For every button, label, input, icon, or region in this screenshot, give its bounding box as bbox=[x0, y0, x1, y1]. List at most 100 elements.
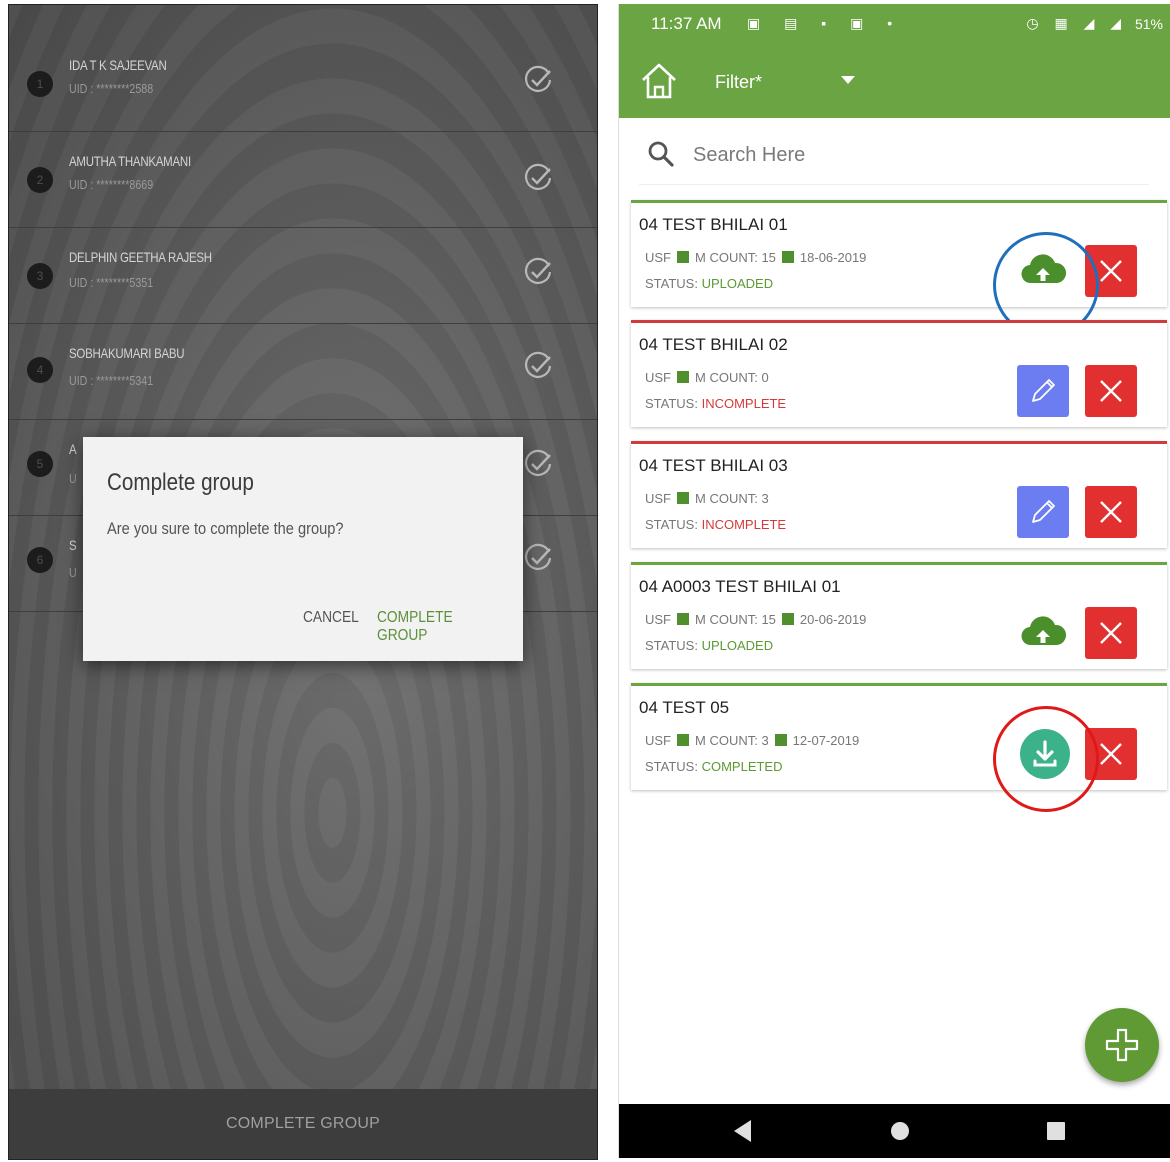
member-number-badge: 6 bbox=[27, 547, 53, 573]
status-label: STATUS: bbox=[645, 396, 698, 411]
chevron-down-icon[interactable] bbox=[841, 76, 855, 84]
dialog-message: Are you sure to complete the group? bbox=[107, 519, 344, 538]
back-icon[interactable] bbox=[731, 1118, 753, 1144]
member-name: SOBHAKUMARI BABU bbox=[69, 345, 185, 361]
square-icon bbox=[781, 251, 794, 263]
member-number-badge: 1 bbox=[27, 71, 53, 97]
member-uid: U bbox=[69, 471, 77, 486]
home-icon[interactable] bbox=[639, 60, 679, 102]
member-row[interactable]: 3 DELPHIN GEETHA RAJESH UID : ********53… bbox=[9, 227, 597, 324]
member-uid: UID : ********2588 bbox=[69, 81, 154, 96]
group-meta: USF M COUNT: 0 bbox=[645, 370, 769, 385]
pencil-icon[interactable] bbox=[1017, 365, 1069, 417]
usf-label: USF bbox=[645, 250, 671, 265]
group-date: 18-06-2019 bbox=[799, 250, 867, 265]
recents-icon[interactable] bbox=[1045, 1118, 1067, 1144]
usf-label: USF bbox=[645, 612, 671, 627]
cloud-upload-icon[interactable] bbox=[1017, 245, 1069, 297]
check-circle-icon[interactable] bbox=[523, 543, 553, 573]
delete-button[interactable] bbox=[1085, 245, 1137, 297]
group-card[interactable]: 04 A0003 TEST BHILAI 01 USF M COUNT: 15 20… bbox=[631, 562, 1167, 669]
member-name: AMUTHA THANKAMANI bbox=[69, 153, 191, 169]
square-icon bbox=[677, 492, 689, 504]
phone-screen: 11:37 AM ▣ ▤ ▪ ▣ • ◷ ▦ ◢ ◢ 51% Filter* 0… bbox=[618, 4, 1170, 1158]
status-label: STATUS: bbox=[645, 517, 698, 532]
usf-label: USF bbox=[645, 491, 671, 506]
member-row[interactable]: 1 IDA T K SAJEEVAN UID : ********2588 bbox=[9, 35, 597, 132]
square-icon bbox=[781, 613, 794, 625]
group-date: 20-06-2019 bbox=[799, 612, 867, 627]
search-icon[interactable] bbox=[647, 140, 675, 168]
group-status: STATUS: INCOMPLETE bbox=[645, 517, 786, 532]
member-count: M COUNT: 3 bbox=[695, 491, 769, 506]
check-circle-icon[interactable] bbox=[523, 65, 553, 95]
group-meta: USF M COUNT: 15 20-06-2019 bbox=[645, 612, 866, 627]
dialog-cancel-button[interactable]: CANCEL bbox=[303, 609, 359, 627]
notification-icons: ▣ ▤ ▪ ▣ • bbox=[747, 15, 903, 31]
member-count: M COUNT: 15 bbox=[695, 612, 776, 627]
search-input[interactable] bbox=[691, 138, 1135, 172]
member-number-badge: 2 bbox=[27, 167, 53, 193]
filter-label[interactable]: Filter* bbox=[715, 72, 762, 93]
dialog-complete-group-button[interactable]: COMPLETE GROUP bbox=[377, 609, 503, 645]
group-card[interactable]: 04 TEST BHILAI 02 USF M COUNT: 0 STATUS: … bbox=[631, 320, 1167, 427]
status-value: UPLOADED bbox=[701, 638, 774, 653]
member-count: M COUNT: 15 bbox=[695, 250, 776, 265]
group-meta: USF M COUNT: 15 18-06-2019 bbox=[645, 250, 866, 265]
group-card[interactable]: 04 TEST BHILAI 03 USF M COUNT: 3 STATUS: … bbox=[631, 441, 1167, 548]
group-title: 04 TEST BHILAI 02 bbox=[639, 335, 788, 354]
check-circle-icon[interactable] bbox=[523, 351, 553, 381]
group-title: 04 TEST BHILAI 03 bbox=[639, 456, 788, 475]
status-time: 11:37 AM bbox=[651, 14, 722, 33]
member-row[interactable]: 4 SOBHAKUMARI BABU UID : ********5341 bbox=[9, 323, 597, 420]
square-icon bbox=[677, 613, 689, 625]
plus-icon bbox=[1105, 1028, 1139, 1062]
group-status: STATUS: UPLOADED bbox=[645, 276, 773, 291]
check-circle-icon[interactable] bbox=[523, 449, 553, 479]
system-nav-bar bbox=[619, 1104, 1170, 1158]
add-group-button[interactable] bbox=[1085, 1008, 1159, 1082]
member-uid: UID : ********5341 bbox=[69, 373, 154, 388]
check-circle-icon[interactable] bbox=[523, 257, 553, 287]
pencil-icon[interactable] bbox=[1017, 486, 1069, 538]
usf-label: USF bbox=[645, 370, 671, 385]
square-icon bbox=[774, 734, 787, 746]
status-value: INCOMPLETE bbox=[701, 517, 787, 532]
home-nav-icon[interactable] bbox=[889, 1118, 911, 1144]
status-label: STATUS: bbox=[645, 638, 698, 653]
download-icon[interactable] bbox=[1019, 728, 1071, 780]
left-screen-photo: 1 IDA T K SAJEEVAN UID : ********2588 2 … bbox=[8, 4, 598, 1160]
complete-group-footer-button[interactable]: COMPLETE GROUP bbox=[9, 1089, 597, 1159]
group-card[interactable]: 04 TEST BHILAI 01 USF M COUNT: 15 18-06-20… bbox=[631, 200, 1167, 307]
status-bar: 11:37 AM ▣ ▤ ▪ ▣ • ◷ ▦ ◢ ◢ 51% bbox=[619, 4, 1170, 46]
group-meta: USF M COUNT: 3 12-07-2019 bbox=[645, 733, 859, 748]
group-meta: USF M COUNT: 3 bbox=[645, 491, 769, 506]
member-row[interactable]: 2 AMUTHA THANKAMANI UID : ********8669 bbox=[9, 131, 597, 228]
search-bar bbox=[639, 130, 1149, 185]
member-uid: U bbox=[69, 565, 77, 580]
member-name: IDA T K SAJEEVAN bbox=[69, 57, 167, 73]
complete-group-dialog: Complete group Are you sure to complete … bbox=[83, 437, 523, 661]
group-card[interactable]: 04 TEST 05 USF M COUNT: 3 12-07-2019 STATU… bbox=[631, 683, 1167, 790]
square-icon bbox=[677, 251, 689, 263]
member-number-badge: 5 bbox=[27, 451, 53, 477]
status-value: UPLOADED bbox=[701, 276, 774, 291]
member-name: A bbox=[69, 441, 77, 457]
square-icon bbox=[677, 734, 689, 746]
check-circle-icon[interactable] bbox=[523, 163, 553, 193]
member-uid: UID : ********8669 bbox=[69, 177, 154, 192]
delete-button[interactable] bbox=[1085, 486, 1137, 538]
app-bar: Filter* bbox=[619, 46, 1170, 118]
cloud-upload-icon[interactable] bbox=[1017, 607, 1069, 659]
signal-icons: ◷ ▦ ◢ ◢ bbox=[1026, 15, 1127, 31]
delete-button[interactable] bbox=[1085, 728, 1137, 780]
status-label: STATUS: bbox=[645, 276, 698, 291]
member-number-badge: 3 bbox=[27, 263, 53, 289]
member-count: M COUNT: 3 bbox=[695, 733, 769, 748]
status-value: INCOMPLETE bbox=[701, 396, 787, 411]
member-uid: UID : ********5351 bbox=[69, 275, 154, 290]
battery-percent: 51% bbox=[1134, 16, 1163, 32]
delete-button[interactable] bbox=[1085, 365, 1137, 417]
delete-button[interactable] bbox=[1085, 607, 1137, 659]
group-title: 04 TEST 05 bbox=[639, 698, 730, 717]
